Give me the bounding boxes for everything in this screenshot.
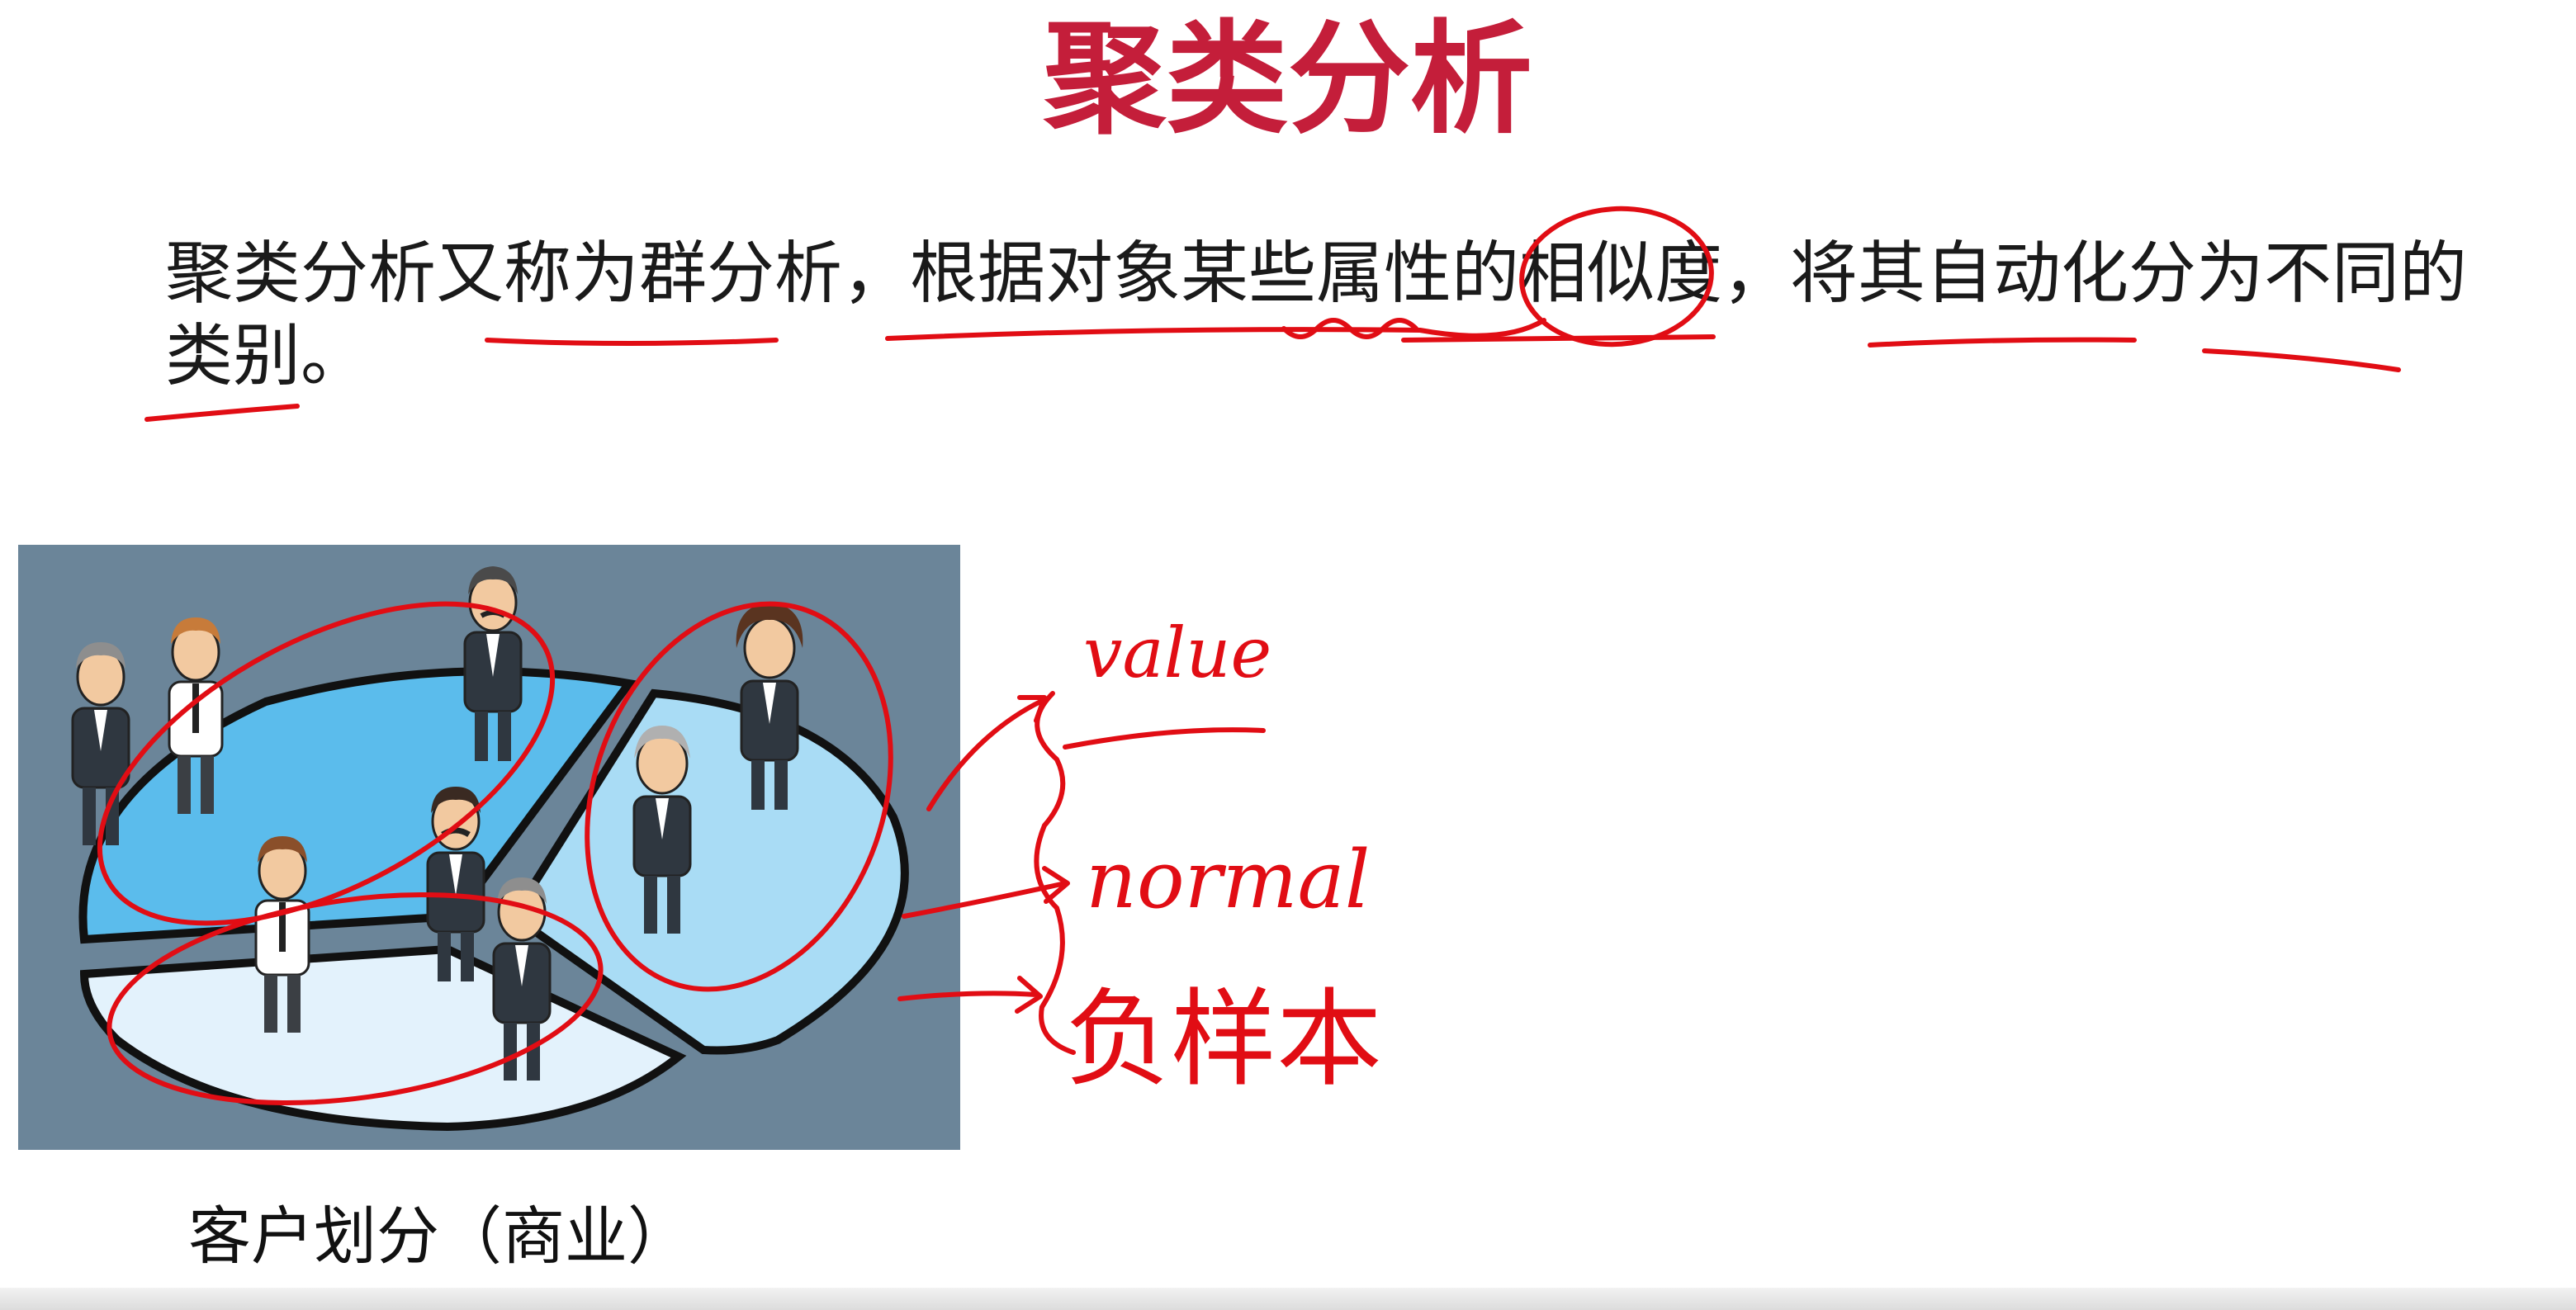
slide-title: 聚类分析 [1044, 8, 1532, 150]
value-underline [1063, 727, 1266, 750]
annotation-value: value [1083, 612, 1272, 693]
slide: 聚类分析 聚类分析又称为群分析，根据对象某些属性的相似度，将其自动化分为不同的 … [0, 0, 2576, 1310]
pie-people-graphic [71, 566, 909, 1132]
underline-category [144, 404, 300, 422]
annotation-negative-sample: 负样本 [1065, 978, 1383, 1101]
definition-line-1: 聚类分析又称为群分析，根据对象某些属性的相似度，将其自动化分为不同的 [165, 234, 2468, 313]
pie-slice-bottom [79, 944, 687, 1132]
annotation-normal: normal [1086, 834, 1371, 926]
definition-text: 聚类分析又称为群分析，根据对象某些属性的相似度，将其自动化分为不同的 类别。 [165, 233, 2468, 398]
illustration-caption: 客户划分（商业） [188, 1199, 690, 1273]
customer-segmentation-illustration [18, 545, 960, 1150]
bottom-edge [0, 1288, 2576, 1310]
definition-line-2: 类别。 [165, 317, 369, 395]
